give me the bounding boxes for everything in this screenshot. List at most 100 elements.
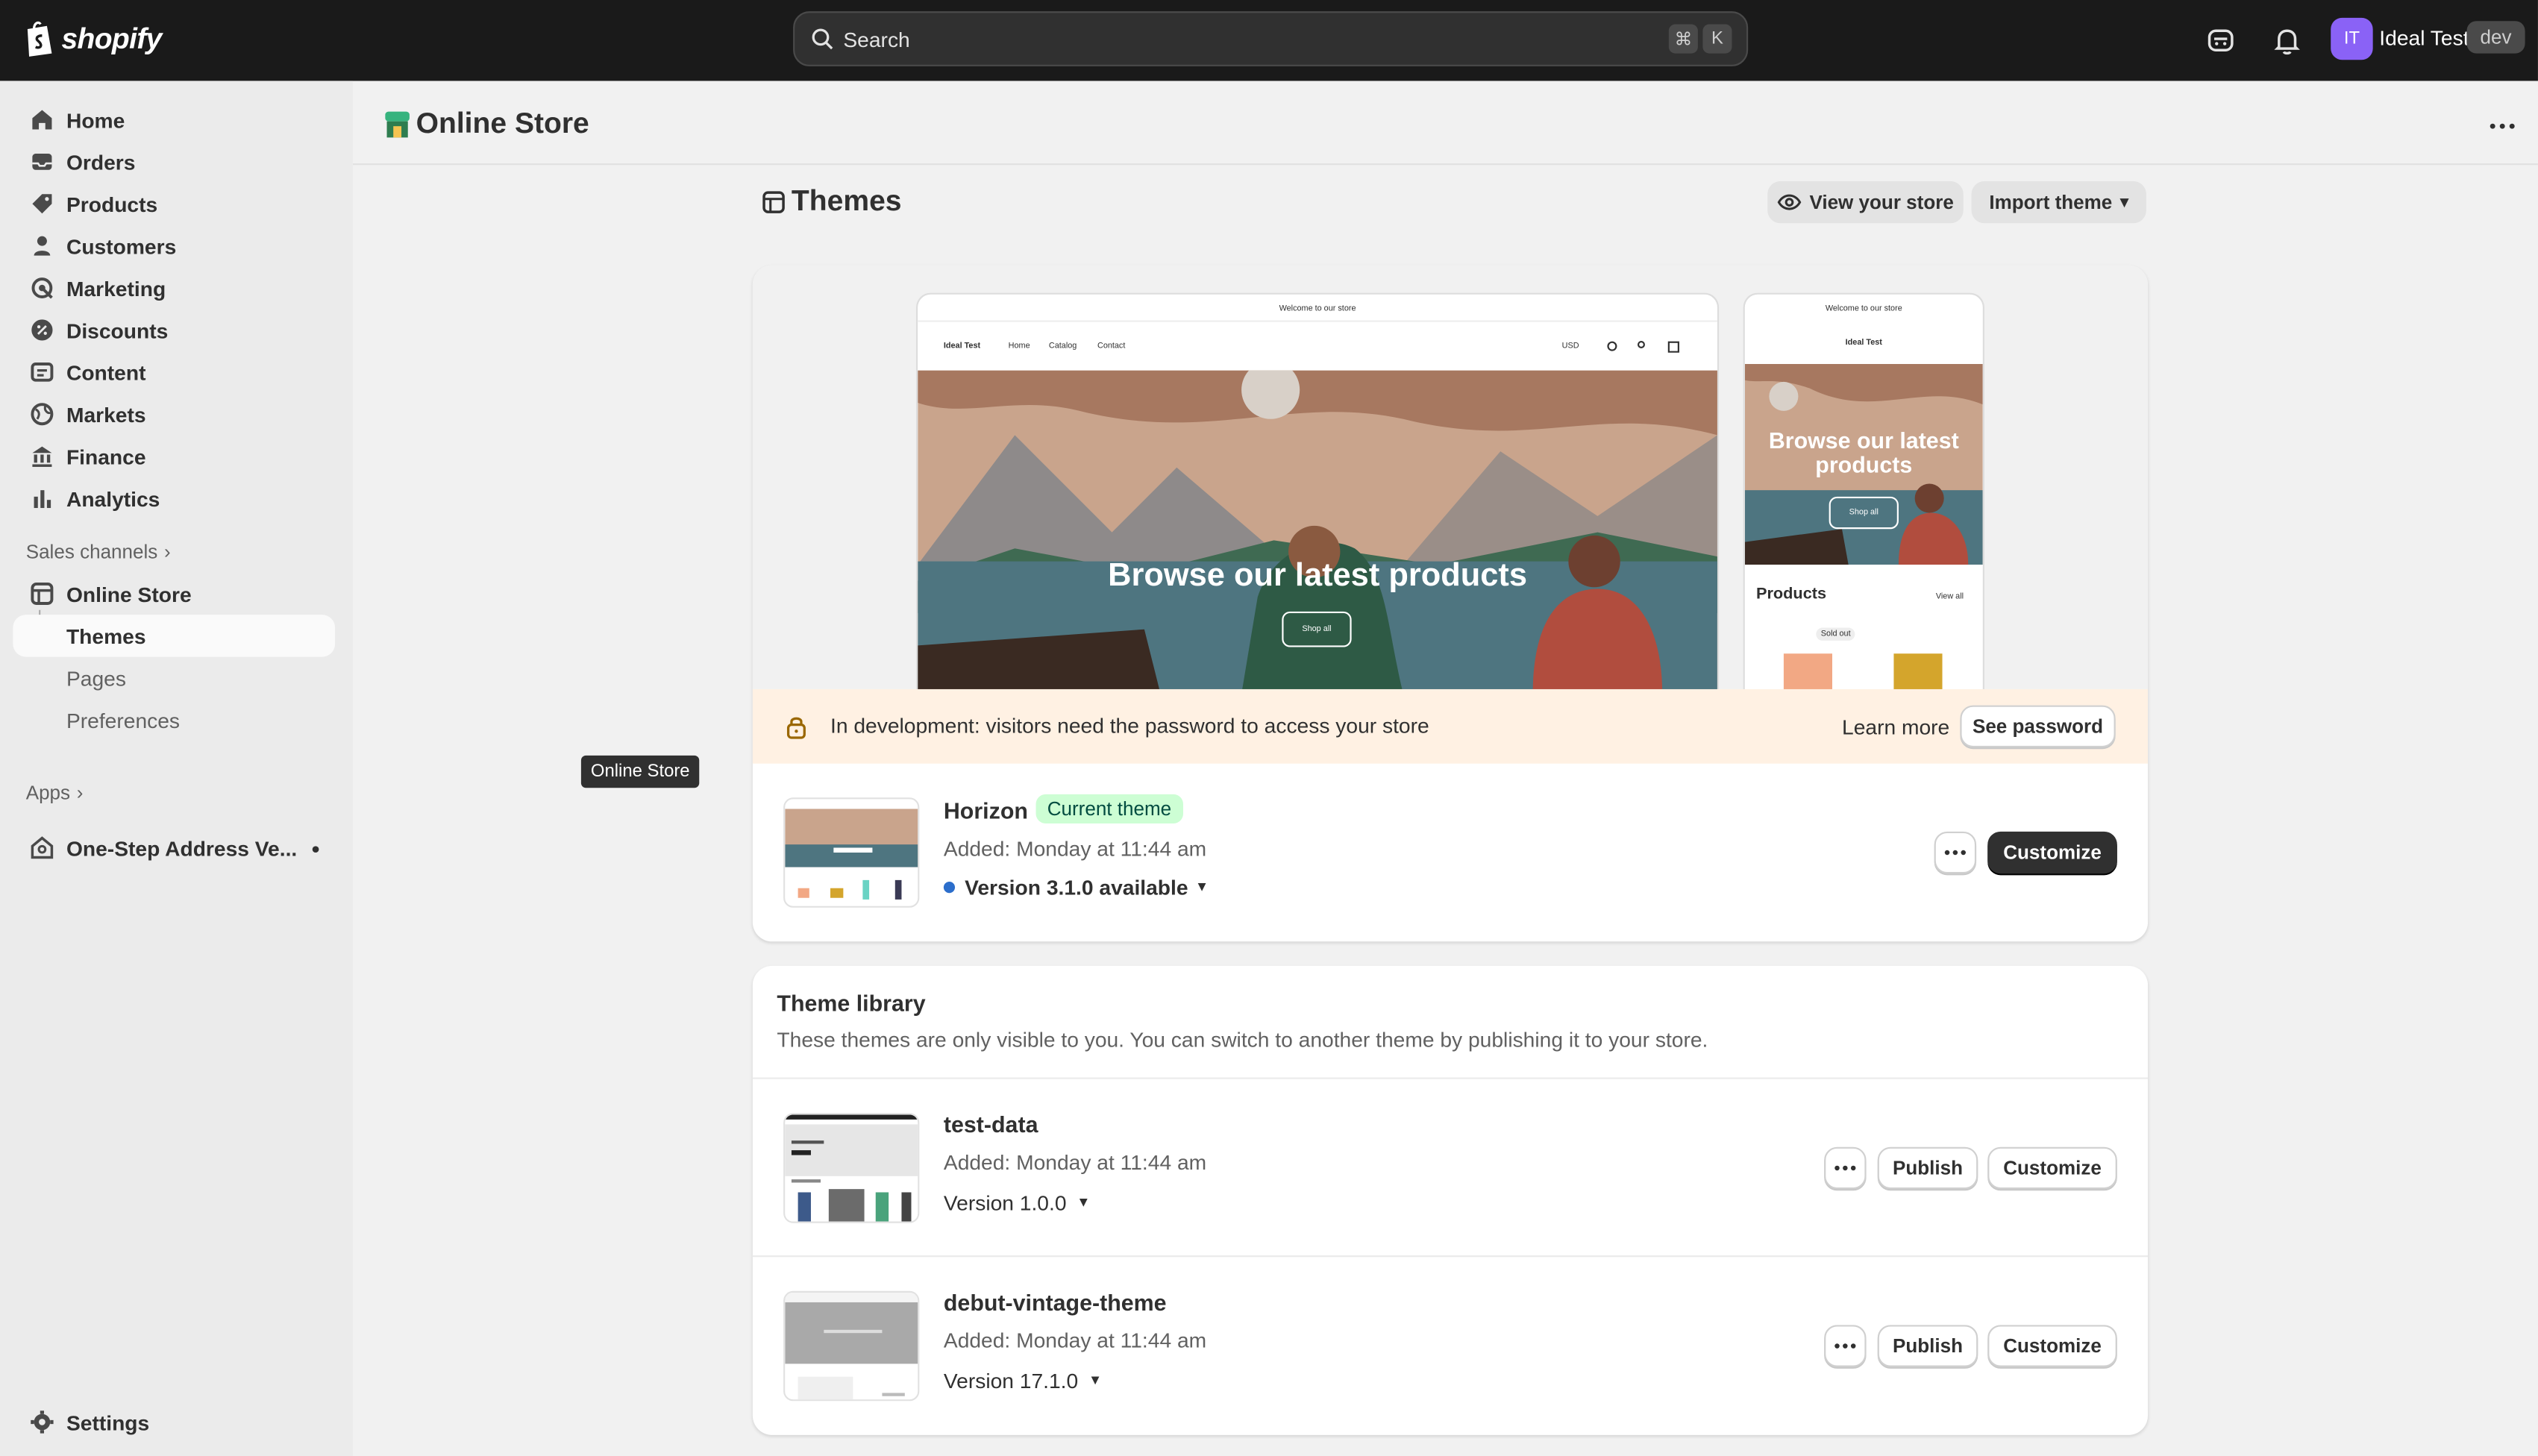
learn-more-link[interactable]: Learn more <box>1842 715 1949 740</box>
notification-bell-icon[interactable] <box>2269 22 2305 58</box>
current-theme-card: Welcome to our store Ideal Test Home Cat… <box>752 265 2149 942</box>
sidebar-item-analytics[interactable]: Analytics <box>13 477 335 519</box>
sidebar-item-label: Online Store <box>66 581 192 606</box>
see-password-button[interactable]: See password <box>1960 705 2116 748</box>
update-dot-icon <box>943 882 956 894</box>
version-dropdown[interactable]: Version 1.0.0 ▾ <box>944 1190 1088 1215</box>
search-placeholder: Search <box>843 26 910 51</box>
chevron-down-icon: ▾ <box>1197 878 1206 897</box>
chevron-down-icon: ▾ <box>2120 193 2129 212</box>
mobile-shop-all: Shop all <box>1829 496 1899 530</box>
user-name[interactable]: Ideal Test <box>2379 26 2469 51</box>
preview-nav-catalog: Catalog <box>1048 341 1077 351</box>
orders-icon <box>32 154 52 170</box>
online-store-icon <box>31 583 54 605</box>
current-theme-name: Horizon <box>943 797 1028 823</box>
sidebar-item-app[interactable]: One-Step Address Ve... <box>13 826 335 868</box>
current-theme-badge: Current theme <box>1035 794 1183 823</box>
sidebar-item-finance[interactable]: Finance <box>13 435 335 477</box>
preview-announcement: Welcome to our store <box>1279 304 1356 314</box>
view-store-button[interactable]: View your store <box>1767 181 1964 224</box>
ellipsis-icon <box>1834 1343 1856 1349</box>
desktop-preview: Welcome to our store Ideal Test Home Cat… <box>918 294 1717 693</box>
sidebar-item-label: Analytics <box>66 486 160 511</box>
mobile-view-all: View all <box>1935 592 1964 602</box>
theme-preview[interactable]: Welcome to our store Ideal Test Home Cat… <box>752 265 2149 693</box>
ellipsis-icon <box>1944 850 1966 856</box>
sidebar-item-pages[interactable]: Pages <box>13 657 335 699</box>
version-available-dropdown[interactable]: Version 3.1.0 available ▾ <box>943 875 1206 900</box>
sidebar-item-products[interactable]: Products <box>13 183 335 225</box>
sidebar-item-label: Orders <box>66 149 136 175</box>
shortcut-cmd-key: ⌘ <box>1668 24 1698 54</box>
test-data-more-button[interactable] <box>1824 1146 1867 1190</box>
sidebar-item-markets[interactable]: Markets <box>13 393 335 435</box>
themes-section-title: Themes <box>791 184 902 217</box>
content-icon <box>31 363 54 382</box>
page-title: Online Store <box>416 107 589 139</box>
sidebar-item-label: Settings <box>66 1410 150 1434</box>
view-store-label: View your store <box>1809 190 1954 214</box>
mobile-sold-out: Sold out <box>1816 627 1856 641</box>
sidebar-item-label: Preferences <box>66 707 181 732</box>
search-input[interactable]: Search ⌘ K <box>793 11 1749 66</box>
sidebar-item-label: Finance <box>66 444 146 468</box>
debut-customize-button[interactable]: Customize <box>1987 1325 2117 1367</box>
preview-currency: USD <box>1561 341 1579 351</box>
divider <box>752 1077 2149 1079</box>
mobile-store-name: Ideal Test <box>1845 338 1882 348</box>
sidekick-icon[interactable] <box>2203 22 2239 58</box>
sidebar-item-online-store[interactable]: Online Store <box>13 573 335 615</box>
sidebar-item-marketing[interactable]: Marketing <box>13 267 335 309</box>
test-data-publish-button[interactable]: Publish <box>1877 1146 1978 1190</box>
chevron-right-icon: › <box>76 781 84 804</box>
brand-name: shopify <box>61 22 162 54</box>
online-store-color-icon <box>385 111 410 138</box>
library-theme-name: debut-vintage-theme <box>943 1289 1167 1316</box>
import-theme-button[interactable]: Import theme ▾ <box>1971 181 2146 224</box>
sidebar-item-discounts[interactable]: Discounts <box>13 309 335 351</box>
unread-dot <box>312 846 319 853</box>
sales-channels-link[interactable]: Sales channels › <box>26 540 171 562</box>
chevron-right-icon: › <box>163 540 171 563</box>
customize-current-button[interactable]: Customize <box>1987 831 2117 874</box>
theme-library-description: These themes are only visible to you. Yo… <box>777 1027 1708 1052</box>
debut-more-button[interactable] <box>1824 1325 1867 1367</box>
discount-icon <box>31 319 53 341</box>
divider <box>752 1255 2149 1258</box>
app-home-icon <box>31 836 54 859</box>
shopify-logo[interactable]: shopify <box>22 19 162 58</box>
sidebar-item-content[interactable]: Content <box>13 351 335 393</box>
mobile-hero-heading: Browse our latest products <box>1768 427 1959 477</box>
apps-link[interactable]: Apps › <box>26 782 84 804</box>
version-label: Version 1.0.0 <box>943 1190 1067 1215</box>
bank-icon <box>32 446 52 467</box>
mobile-product-gift <box>1783 653 1832 693</box>
preview-nav-contact: Contact <box>1097 341 1126 351</box>
test-data-customize-button[interactable]: Customize <box>1987 1146 2117 1190</box>
sidebar-item-orders[interactable]: Orders <box>13 141 335 183</box>
sidebar-item-home[interactable]: Home <box>13 98 335 140</box>
ellipsis-icon <box>1834 1165 1856 1171</box>
sidebar-item-label: Themes <box>66 624 146 648</box>
eye-icon <box>1777 194 1802 210</box>
library-theme-added: Added: Monday at 11:44 am <box>943 1328 1207 1353</box>
lock-icon <box>786 717 806 739</box>
preview-store-name: Ideal Test <box>943 341 981 351</box>
preview-shop-all: Shop all <box>1282 611 1352 647</box>
sidebar-item-customers[interactable]: Customers <box>13 225 335 266</box>
shortcut-k-key: K <box>1702 24 1732 54</box>
avatar[interactable]: IT <box>2331 17 2373 60</box>
chevron-down-icon: ▾ <box>1079 1193 1088 1212</box>
version-dropdown[interactable]: Version 17.1.0 ▾ <box>944 1369 1100 1393</box>
more-actions-icon[interactable] <box>2487 110 2519 142</box>
import-theme-label: Import theme <box>1989 190 2113 214</box>
sidebar-item-preferences[interactable]: Preferences <box>13 699 335 741</box>
mobile-announcement: Welcome to our store <box>1825 304 1902 314</box>
sidebar-item-settings[interactable]: Settings <box>13 1401 335 1443</box>
debut-publish-button[interactable]: Publish <box>1877 1325 1978 1367</box>
apps-label: Apps <box>25 781 71 804</box>
sidebar-item-themes[interactable]: Themes <box>13 615 336 657</box>
chevron-down-icon: ▾ <box>1091 1372 1100 1390</box>
current-theme-more-button[interactable] <box>1934 831 1977 874</box>
